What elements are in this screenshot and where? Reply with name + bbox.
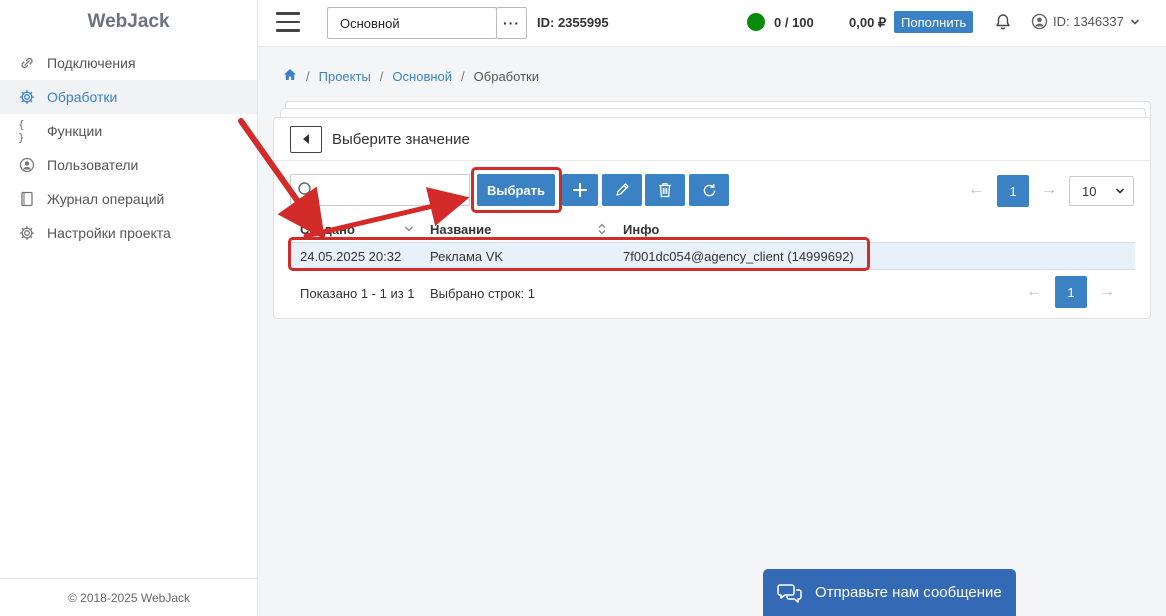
column-created-label: Создано <box>300 221 355 237</box>
project-more-button[interactable]: ··· <box>496 7 527 39</box>
breadcrumb-separator: / <box>461 68 465 84</box>
pencil-icon <box>616 183 629 196</box>
chat-label: Отправьте нам сообщение <box>815 584 1002 601</box>
top-header: Основной ··· ID: 2355995 0 / 100 0,00 ₽ … <box>258 0 1166 47</box>
sidebar-item-users[interactable]: Пользователи <box>0 148 257 182</box>
page-prev-button[interactable]: ← <box>968 181 984 199</box>
breadcrumb-current: Обработки <box>473 68 539 84</box>
delete-button[interactable] <box>645 174 685 206</box>
burger-line <box>276 29 300 32</box>
sidebar-item-label: Журнал операций <box>47 191 165 207</box>
journal-icon <box>18 190 36 208</box>
breadcrumb-main[interactable]: Основной <box>392 69 452 84</box>
sidebar-item-project-settings[interactable]: Настройки проекта <box>0 216 257 250</box>
page-next-button[interactable]: → <box>1099 283 1115 301</box>
usage-limit: 0 / 100 <box>774 15 814 30</box>
sidebar: WebJack Подключения Обработки { } Функци… <box>0 0 258 616</box>
trash-icon <box>659 183 671 198</box>
breadcrumb-separator: / <box>379 68 384 84</box>
search-icon <box>297 181 315 199</box>
project-select[interactable]: Основной <box>327 7 497 39</box>
balance: 0,00 ₽ <box>849 15 887 30</box>
project-id: ID: 2355995 <box>537 15 609 30</box>
chat-widget-button[interactable]: Отправьте нам сообщение <box>763 569 1016 616</box>
highlight-frame <box>288 237 870 271</box>
column-name-label: Название <box>430 221 492 237</box>
sidebar-item-journal[interactable]: Журнал операций <box>0 182 257 216</box>
user-icon <box>18 156 36 174</box>
per-page-value: 10 <box>1082 183 1097 199</box>
select-value-panel: Выберите значение Выбрать ← 1 → 10 Созда… <box>273 117 1151 319</box>
gear-icon <box>18 224 36 242</box>
sidebar-item-label: Функции <box>47 123 103 139</box>
gear-icon <box>18 88 36 106</box>
user-icon <box>1031 13 1048 30</box>
sidebar-item-label: Настройки проекта <box>47 225 171 241</box>
sidebar-footer: © 2018-2025 WebJack <box>0 578 258 616</box>
search-input[interactable] <box>290 174 470 206</box>
bell-icon[interactable] <box>993 12 1013 32</box>
chevron-down-icon <box>1130 14 1140 29</box>
per-page-select[interactable]: 10 <box>1069 176 1134 206</box>
user-menu[interactable]: ID: 1346337 <box>1031 13 1140 30</box>
plus-icon <box>573 183 587 197</box>
breadcrumb: / Проекты / Основной / Обработки <box>283 68 539 84</box>
chat-bubbles-icon <box>777 582 803 604</box>
sidebar-item-functions[interactable]: { } Функции <box>0 114 257 148</box>
column-info-label: Инфо <box>623 221 660 237</box>
chevron-down-icon <box>1115 188 1125 194</box>
logo[interactable]: WebJack <box>0 0 257 44</box>
highlight-frame <box>471 167 562 213</box>
breadcrumb-projects[interactable]: Проекты <box>319 69 371 84</box>
sidebar-item-connections[interactable]: Подключения <box>0 46 257 80</box>
rows-selected-text: Выбрано строк: 1 <box>430 286 535 301</box>
status-indicator <box>747 13 765 31</box>
menu-toggle-button[interactable] <box>276 12 300 34</box>
page-number-button[interactable]: 1 <box>1055 276 1087 308</box>
back-button[interactable] <box>290 125 322 153</box>
link-icon <box>18 54 36 72</box>
breadcrumb-separator: / <box>306 68 310 84</box>
user-id: ID: 1346337 <box>1053 14 1124 29</box>
sidebar-item-processing[interactable]: Обработки <box>0 80 257 114</box>
braces-icon: { } <box>18 118 25 144</box>
topup-button[interactable]: Пополнить <box>894 11 974 33</box>
page-prev-button[interactable]: ← <box>1026 283 1042 301</box>
sort-icon <box>597 223 607 235</box>
sidebar-item-label: Подключения <box>47 55 136 71</box>
home-icon[interactable] <box>283 68 297 84</box>
page-next-button[interactable]: → <box>1041 181 1057 199</box>
refresh-button[interactable] <box>689 174 729 206</box>
caret-left-icon <box>303 134 309 144</box>
sort-desc-icon <box>404 223 414 235</box>
refresh-icon <box>703 183 715 196</box>
panel-header: Выберите значение <box>274 118 1150 161</box>
panel-title: Выберите значение <box>332 130 470 148</box>
rows-shown-text: Показано 1 - 1 из 1 <box>300 286 415 301</box>
add-button[interactable] <box>562 174 598 206</box>
sidebar-nav: Подключения Обработки { } Функции Пользо… <box>0 46 257 250</box>
burger-line <box>276 12 300 15</box>
sidebar-item-label: Обработки <box>47 89 118 105</box>
burger-line <box>276 20 300 23</box>
edit-button[interactable] <box>602 174 642 206</box>
page-number-button[interactable]: 1 <box>997 175 1029 207</box>
sidebar-item-label: Пользователи <box>47 157 139 173</box>
